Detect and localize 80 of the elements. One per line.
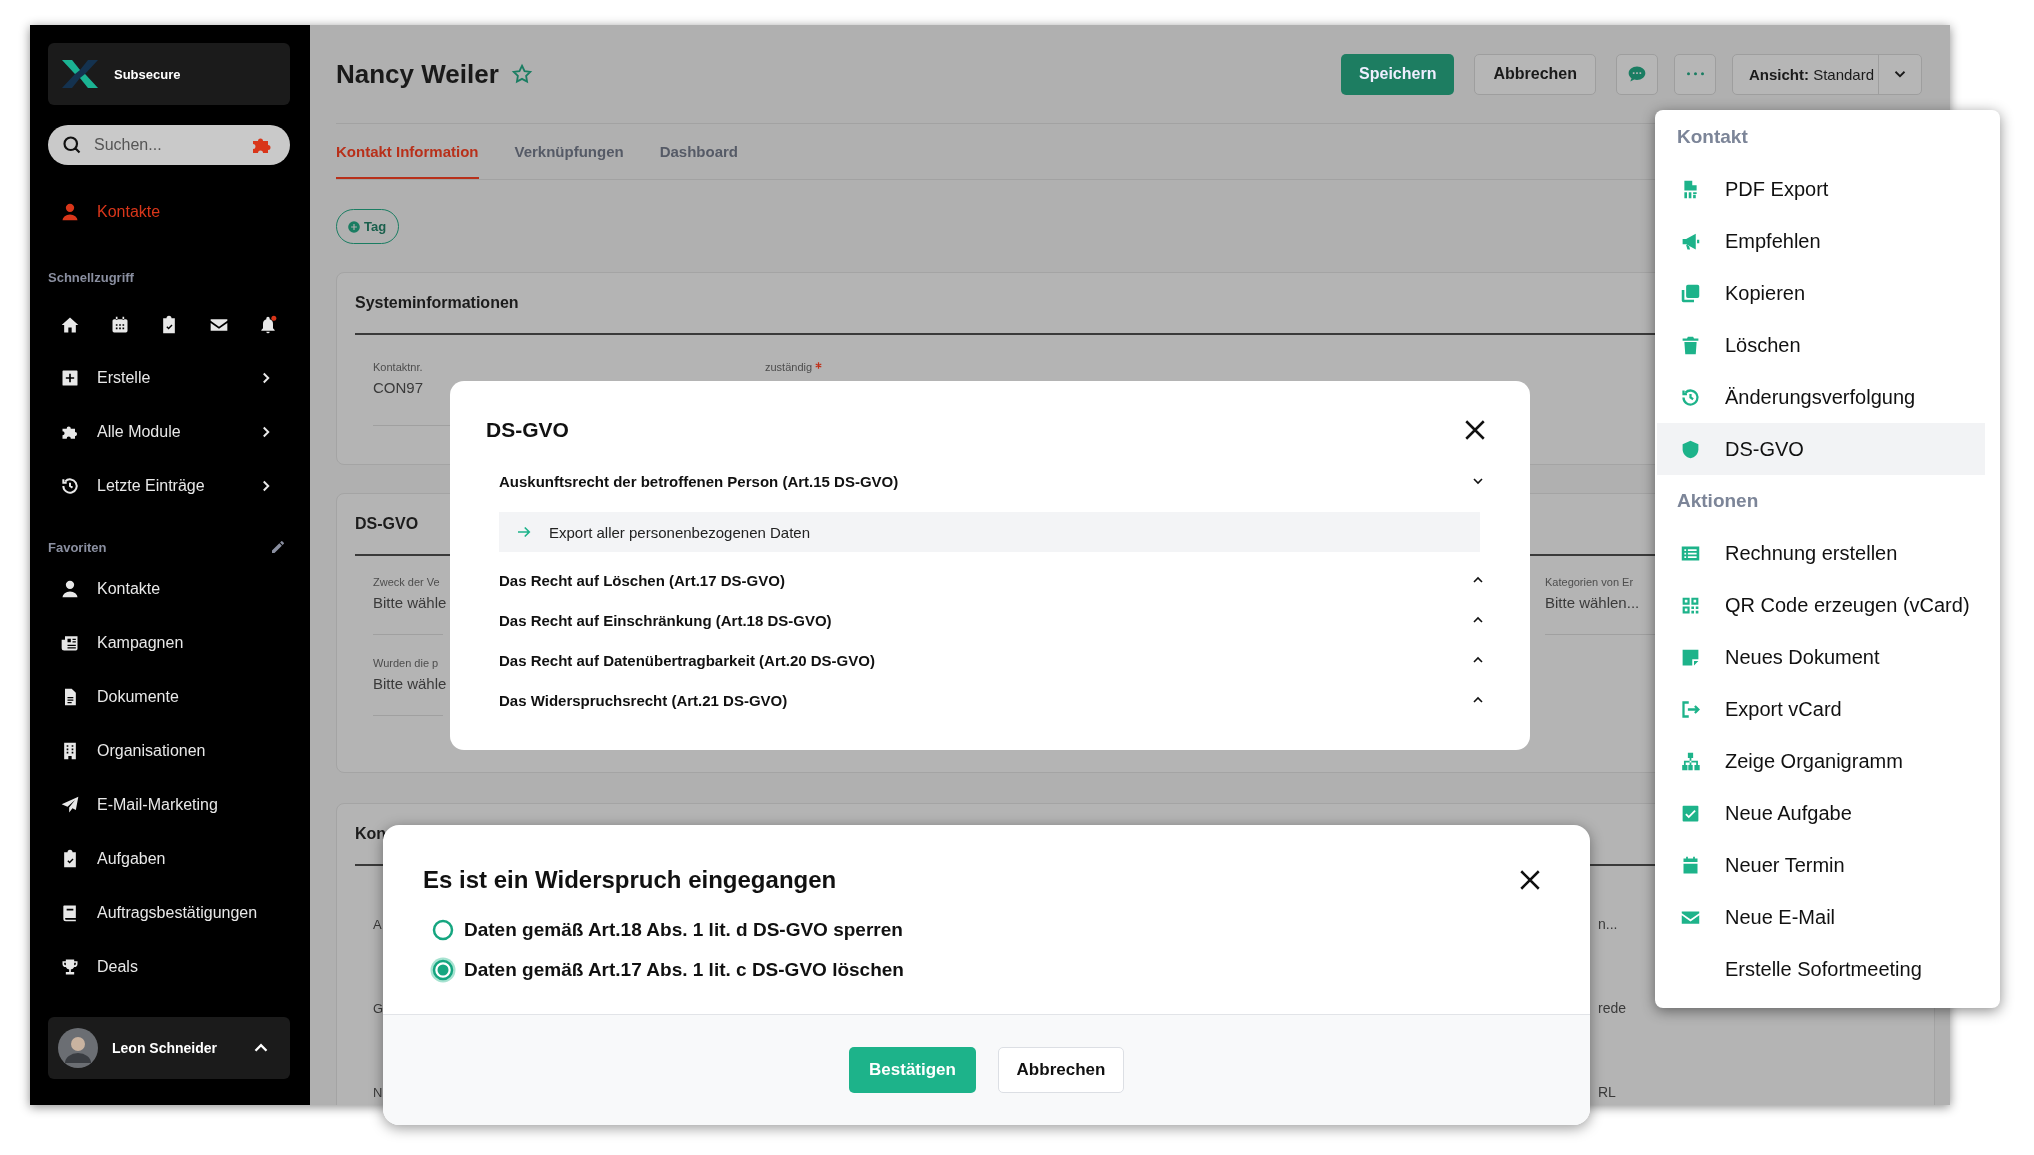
menu-item[interactable]: Export vCard <box>1657 683 1985 735</box>
field-text: G <box>373 1000 384 1016</box>
field-label: Kontaktnr. <box>373 361 423 373</box>
field-label: Kategorien von Er <box>1545 576 1634 588</box>
shield-icon <box>1680 438 1701 460</box>
comment-button[interactable] <box>1616 53 1658 95</box>
section-heading: Schnellzugriff <box>47 268 135 287</box>
menu-item[interactable]: Änderungsverfolgung <box>1657 371 1985 423</box>
search-icon <box>62 135 82 155</box>
field-text: rede <box>1598 1000 1627 1016</box>
favorite-item[interactable]: E-Mail-Marketing <box>30 778 310 832</box>
menu-item[interactable]: Neue E-Mail <box>1657 891 1985 943</box>
menu-heading: Kontakt <box>1676 125 1749 149</box>
exit-arrow-icon <box>1680 698 1701 720</box>
field-value: Bitte wählen... <box>1545 594 1640 611</box>
sidebar-menu-item[interactable]: Alle Module <box>30 405 310 459</box>
field-label: Wurden die p <box>373 657 439 669</box>
logo-icon <box>60 58 100 90</box>
sidebar-menu-item[interactable]: Erstelle <box>30 351 310 405</box>
view-dropdown[interactable]: Ansicht: Standard <box>1732 53 1922 95</box>
field-text: A <box>373 916 382 932</box>
cancel-button[interactable]: Abbrechen <box>998 1047 1124 1093</box>
bell-icon[interactable] <box>258 314 278 335</box>
brand-bar[interactable]: Subsecure <box>48 43 290 105</box>
menu-item[interactable]: Neues Dokument <box>1657 631 1985 683</box>
sidebar-menu-item[interactable]: Letzte Einträge <box>30 459 310 513</box>
accordion-header[interactable]: Das Widerspruchsrecht (Art.21 DS-GVO) <box>499 680 1490 720</box>
chat-bubble-icon <box>1627 64 1647 84</box>
record-title: Nancy Weiler <box>336 58 499 90</box>
accordion-header[interactable]: Das Recht auf Datenübertragbarkeit (Art.20 DS-GVO) <box>499 640 1490 680</box>
favorite-item[interactable]: Deals <box>30 940 310 994</box>
field-value: CON97 <box>373 379 424 396</box>
radio-button[interactable] <box>430 957 456 983</box>
field-label: Zweck der Ve <box>373 576 440 588</box>
newspaper-icon <box>60 633 80 653</box>
radio-button[interactable] <box>430 917 456 943</box>
section-heading: Favoriten <box>48 539 107 555</box>
view-label: Ansicht: Standard <box>1748 65 1876 83</box>
menu-item[interactable]: PDF Export <box>1657 163 1985 215</box>
star-icon[interactable] <box>510 63 533 85</box>
field-text: N <box>373 1084 383 1100</box>
accordion-header[interactable]: Das Recht auf Löschen (Art.17 DS-GVO) <box>499 560 1490 600</box>
trash-icon <box>1680 334 1701 356</box>
trophy-icon <box>60 957 80 977</box>
person-icon <box>60 202 80 222</box>
menu-item[interactable]: DS-GVO <box>1657 423 1985 475</box>
export-action[interactable]: Export aller personenbezogenen Daten <box>499 512 1480 552</box>
field-label: zuständig <box>765 361 813 373</box>
pencil-icon[interactable] <box>270 539 286 555</box>
field-text: RL <box>1598 1084 1616 1100</box>
user-name: Leon Schneider <box>112 1040 219 1056</box>
brand-name: Subsecure <box>114 66 181 82</box>
field-text: n... <box>1598 916 1618 932</box>
menu-item[interactable]: Erstelle Sofortmeeting <box>1657 943 1985 995</box>
hierarchy-icon <box>1680 750 1701 772</box>
avatar <box>58 1028 98 1068</box>
radio-option[interactable]: Daten gemäß Art.18 Abs. 1 lit. d DS-GVO sperren <box>423 910 1545 950</box>
more-icon <box>1686 72 1704 76</box>
radio-option[interactable]: Daten gemäß Art.17 Abs. 1 lit. c DS-GVO löschen <box>423 950 1545 990</box>
favorite-item[interactable]: Kontakte <box>30 562 310 616</box>
history-icon <box>1680 386 1701 408</box>
favorite-item[interactable]: Kampagnen <box>30 616 310 670</box>
accordion-header[interactable]: Das Recht auf Einschränkung (Art.18 DS-GVO) <box>499 600 1490 640</box>
history-icon <box>60 476 80 496</box>
user-menu[interactable]: Leon Schneider <box>48 1017 290 1079</box>
menu-item[interactable]: QR Code erzeugen (vCard) <box>1657 579 1985 631</box>
person-icon <box>60 579 80 599</box>
menu-item[interactable]: Zeige Organigramm <box>1657 735 1985 787</box>
copy-icon <box>1680 282 1701 304</box>
cancel-button[interactable]: Abbrechen <box>1474 53 1596 95</box>
search-field[interactable]: Suchen... <box>48 125 290 165</box>
favorite-item[interactable]: Dokumente <box>30 670 310 724</box>
favorite-item[interactable]: Organisationen <box>30 724 310 778</box>
dialog-title: Es ist ein Widerspruch eingegangen <box>423 866 837 894</box>
favorite-item[interactable]: Aufgaben <box>30 832 310 886</box>
favorite-item[interactable]: Auftragsbestätigungen <box>30 886 310 940</box>
menu-item[interactable]: Empfehlen <box>1657 215 1985 267</box>
save-button[interactable]: Speichern <box>1341 53 1455 95</box>
sidebar-item[interactable]: Kontakte <box>30 185 310 239</box>
paper-plane-icon <box>60 795 80 815</box>
